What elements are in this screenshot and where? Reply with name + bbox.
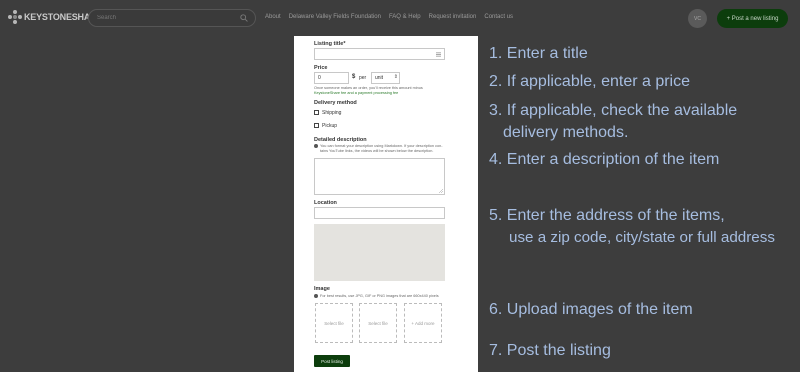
main-nav: About Delaware Valley Fields Foundation …: [265, 14, 513, 20]
search-icon[interactable]: [240, 14, 248, 22]
new-listing-form: Listing title* Price 0 $ per unit ⇕ Once…: [294, 36, 478, 372]
price-label: Price: [314, 65, 328, 71]
avatar[interactable]: VC: [688, 9, 707, 28]
unit-select[interactable]: unit ⇕: [371, 72, 400, 84]
nav-link-foundation[interactable]: Delaware Valley Fields Foundation: [289, 14, 381, 20]
info-icon: [314, 144, 318, 148]
shipping-label: Shipping: [322, 110, 342, 116]
nav-link-contact[interactable]: Contact us: [484, 14, 513, 20]
pickup-label: Pickup: [322, 123, 338, 129]
upload-slot-1[interactable]: Select file: [315, 303, 353, 343]
instruction-step-3: 3. If applicable, check the available: [489, 102, 738, 119]
description-note-line-1: You can format your description using Ma…: [320, 144, 443, 148]
search-input[interactable]: [97, 15, 237, 21]
location-label: Location: [314, 200, 337, 206]
currency-symbol: $: [352, 74, 356, 80]
title-input[interactable]: [314, 48, 445, 60]
image-label: Image: [314, 286, 330, 292]
instruction-step-5: 5. Enter the address of the items,: [489, 207, 725, 224]
instruction-step-2: 2. If applicable, enter a price: [489, 73, 691, 90]
instruction-step-1: 1. Enter a title: [489, 45, 588, 62]
description-note-line-2: tains YouTube links, the videos will be …: [320, 149, 434, 153]
image-note-text: For best results, use JPG, GIF or PNG im…: [320, 294, 439, 298]
per-label: per: [359, 75, 367, 81]
search-bar[interactable]: [88, 9, 256, 27]
top-navigation-bar: KEYSTONESHARE About Delaware Valley Fiel…: [0, 0, 800, 36]
post-new-listing-button[interactable]: + Post a new listing: [717, 9, 788, 28]
add-more-images-button[interactable]: + Add more: [404, 303, 442, 343]
pickup-checkbox[interactable]: [314, 123, 319, 128]
price-input[interactable]: 0: [314, 72, 349, 84]
description-label: Detailed description: [314, 137, 367, 143]
resize-handle-icon[interactable]: [439, 189, 443, 193]
image-note: For best results, use JPG, GIF or PNG im…: [314, 294, 439, 299]
field-options-icon: [436, 52, 441, 57]
logo-icon: [8, 10, 22, 24]
upload-slot-2[interactable]: Select file: [359, 303, 397, 343]
description-note: You can format your description using Ma…: [314, 144, 442, 154]
instruction-step-4: 4. Enter a description of the item: [489, 151, 720, 168]
instruction-step-3-continued: delivery methods.: [503, 124, 629, 141]
price-note-line-2: KeystoneShare fee and a payment processi…: [314, 91, 399, 95]
unit-select-value: unit: [375, 75, 384, 81]
price-note: Once someone makes an order, you'll rece…: [314, 86, 423, 96]
post-listing-button[interactable]: Post listing: [314, 355, 350, 367]
location-map[interactable]: [314, 224, 445, 281]
location-input[interactable]: [314, 207, 445, 219]
chevron-updown-icon: ⇕: [393, 74, 398, 80]
description-textarea[interactable]: [314, 158, 445, 195]
info-icon: [314, 294, 318, 298]
instruction-step-6: 6. Upload images of the item: [489, 301, 693, 318]
nav-link-request-invitation[interactable]: Request invitation: [429, 14, 477, 20]
nav-link-about[interactable]: About: [265, 14, 281, 20]
nav-link-faq[interactable]: FAQ & Help: [389, 14, 421, 20]
title-label: Listing title*: [314, 41, 346, 47]
delivery-method-label: Delivery method: [314, 100, 357, 106]
instruction-step-7: 7. Post the listing: [489, 342, 611, 359]
shipping-checkbox[interactable]: [314, 110, 319, 115]
instruction-step-5-continued: use a zip code, city/state or full addre…: [509, 229, 775, 246]
